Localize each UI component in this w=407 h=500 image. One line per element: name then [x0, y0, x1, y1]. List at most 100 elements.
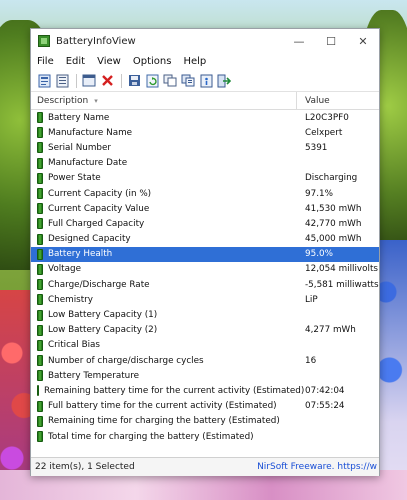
list-item[interactable]: Full Charged Capacity 42,770 mWh — [31, 216, 379, 231]
battery-icon — [37, 157, 43, 169]
list-item-label: Designed Capacity — [48, 234, 131, 245]
text-report-icon[interactable] — [54, 73, 70, 89]
list-item-description: Total time for charging the battery (Est… — [31, 431, 297, 443]
maximize-button[interactable]: ☐ — [315, 29, 347, 53]
list-item-label: Low Battery Capacity (2) — [48, 325, 158, 336]
list-item-value: Celxpert — [305, 127, 343, 138]
list-item[interactable]: Battery Name L20C3PF0 — [31, 110, 379, 125]
list-item-description: Chemistry — [31, 294, 297, 306]
battery-app-icon — [38, 35, 50, 47]
column-header-description[interactable]: Description ▾ — [31, 92, 297, 109]
about-icon[interactable] — [198, 73, 214, 89]
delete-icon[interactable] — [99, 73, 115, 89]
list-item[interactable]: Full battery time for the current activi… — [31, 399, 379, 414]
close-button[interactable]: ✕ — [347, 29, 379, 53]
nirsoft-link[interactable]: NirSoft Freeware. https://w — [257, 462, 379, 472]
battery-icon — [37, 263, 43, 275]
list-item-value: LiP — [305, 294, 318, 305]
list-item-description: Low Battery Capacity (1) — [31, 309, 297, 321]
battery-icon — [37, 127, 43, 139]
menu-view[interactable]: View — [91, 56, 127, 67]
list-header: Description ▾ Value — [31, 92, 379, 110]
sort-arrow-icon: ▾ — [94, 96, 98, 105]
list-rows: Battery Name L20C3PF0 Manufacture Name Celx… — [31, 110, 379, 444]
list-item-label: Number of charge/discharge cycles — [48, 355, 204, 366]
list-item-value: 41,530 mWh — [305, 203, 362, 214]
list-item-label: Battery Health — [48, 249, 113, 260]
list-item[interactable]: Designed Capacity 45,000 mWh — [31, 232, 379, 247]
list-item-value: 5391 — [305, 142, 328, 153]
column-header-value[interactable]: Value — [297, 92, 379, 109]
list-item-label: Full battery time for the current activi… — [48, 401, 277, 412]
battery-icon — [37, 142, 43, 154]
list-item[interactable]: Manufacture Date — [31, 156, 379, 171]
battery-icon — [37, 355, 43, 367]
battery-icon — [37, 400, 43, 412]
title-bar[interactable]: BatteryInfoView — ☐ ✕ — [31, 29, 379, 53]
battery-icon — [37, 203, 43, 215]
save-icon[interactable] — [126, 73, 142, 89]
list-item[interactable]: Remaining time for charging the battery … — [31, 414, 379, 429]
list-item[interactable]: Battery Temperature — [31, 368, 379, 383]
list-item[interactable]: Low Battery Capacity (1) — [31, 307, 379, 322]
list-item-description: Number of charge/discharge cycles — [31, 355, 297, 367]
list-item-label: Manufacture Name — [48, 127, 133, 138]
list-item-description: Remaining time for charging the battery … — [31, 415, 297, 427]
battery-icon — [37, 431, 43, 443]
batteryinfoview-window: BatteryInfoView — ☐ ✕ File Edit View Opt… — [30, 28, 380, 476]
menu-file[interactable]: File — [31, 56, 60, 67]
html-report-icon[interactable] — [36, 73, 52, 89]
battery-icon — [37, 415, 43, 427]
properties-icon[interactable] — [81, 73, 97, 89]
list-item-description: Battery Health — [31, 248, 297, 260]
list-item-label: Remaining battery time for the current a… — [44, 385, 305, 396]
copy-all-icon[interactable] — [180, 73, 196, 89]
list-item[interactable]: Total time for charging the battery (Est… — [31, 429, 379, 444]
minimize-button[interactable]: — — [283, 29, 315, 53]
list-item-description: Current Capacity (in %) — [31, 188, 297, 200]
menu-options[interactable]: Options — [127, 56, 178, 67]
list-item[interactable]: Remaining battery time for the current a… — [31, 383, 379, 398]
list-item[interactable]: Manufacture Name Celxpert — [31, 125, 379, 140]
list-item[interactable]: Critical Bias — [31, 338, 379, 353]
list-item-description: Serial Number — [31, 142, 297, 154]
list-item-value: 42,770 mWh — [305, 218, 362, 229]
list-item[interactable]: Voltage 12,054 millivolts — [31, 262, 379, 277]
battery-icon — [37, 309, 43, 321]
list-item-description: Power State — [31, 172, 297, 184]
menu-edit[interactable]: Edit — [60, 56, 91, 67]
list-item-value: 45,000 mWh — [305, 234, 362, 245]
list-item[interactable]: Charge/Discharge Rate -5,581 milliwatts — [31, 277, 379, 292]
list-item[interactable]: Current Capacity Value 41,530 mWh — [31, 201, 379, 216]
battery-icon — [37, 233, 43, 245]
list-item-description: Current Capacity Value — [31, 203, 297, 215]
list-item-description: Full battery time for the current activi… — [31, 400, 297, 412]
battery-icon — [37, 370, 43, 382]
battery-icon — [37, 294, 43, 306]
list-item-description: Designed Capacity — [31, 233, 297, 245]
list-item-value: Discharging — [305, 173, 358, 184]
copy-icon[interactable] — [162, 73, 178, 89]
list-item[interactable]: Battery Health 95.0% — [31, 246, 379, 262]
list-item-label: Current Capacity (in %) — [48, 188, 152, 199]
list-item[interactable]: Low Battery Capacity (2) 4,277 mWh — [31, 323, 379, 338]
menu-help[interactable]: Help — [177, 56, 212, 67]
battery-icon — [37, 385, 39, 397]
list-item[interactable]: Number of charge/discharge cycles 16 — [31, 353, 379, 368]
list-item-label: Serial Number — [48, 142, 112, 153]
list-item[interactable]: Power State Discharging — [31, 171, 379, 186]
list-item-description: Charge/Discharge Rate — [31, 279, 297, 291]
exit-icon[interactable] — [216, 73, 232, 89]
list-item-label: Power State — [48, 173, 101, 184]
list-item-description: Manufacture Date — [31, 157, 297, 169]
toolbar-separator — [121, 73, 122, 88]
list-item-label: Remaining time for charging the battery … — [48, 416, 280, 427]
list-item[interactable]: Chemistry LiP — [31, 292, 379, 307]
list-item[interactable]: Current Capacity (in %) 97.1% — [31, 186, 379, 201]
battery-icon — [37, 112, 43, 124]
list-item-value: 97.1% — [305, 188, 333, 199]
battery-icon — [37, 279, 43, 291]
list-item-value: 16 — [305, 355, 317, 366]
list-item[interactable]: Serial Number 5391 — [31, 140, 379, 155]
refresh-icon[interactable] — [144, 73, 160, 89]
